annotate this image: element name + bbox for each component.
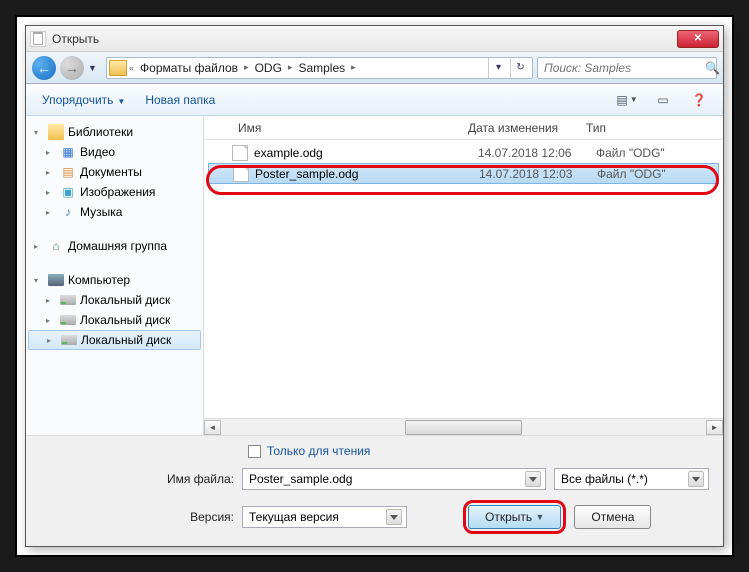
- file-list-pane: Имя Дата изменения Тип example.odg 14.07…: [204, 116, 723, 435]
- file-icon: [233, 166, 249, 182]
- file-row[interactable]: example.odg 14.07.2018 12:06 Файл "ODG": [204, 142, 723, 163]
- scroll-track[interactable]: [221, 420, 706, 435]
- navigation-tree[interactable]: ▾Библиотеки ▸▦Видео ▸▤Документы ▸▣Изобра…: [26, 116, 204, 435]
- filename-combo[interactable]: Poster_sample.odg: [242, 468, 546, 490]
- address-dropdown[interactable]: ▾: [488, 58, 508, 78]
- file-icon: [30, 31, 46, 47]
- close-button[interactable]: ✕: [677, 30, 719, 48]
- nav-history-dropdown[interactable]: ▼: [88, 63, 102, 73]
- new-folder-button[interactable]: Новая папка: [139, 89, 221, 111]
- version-label: Версия:: [40, 510, 234, 524]
- version-combo[interactable]: Текущая версия: [242, 506, 407, 528]
- filetype-filter-combo[interactable]: Все файлы (*.*): [554, 468, 709, 490]
- dropdown-arrow-icon[interactable]: [688, 471, 704, 487]
- col-type[interactable]: Тип: [580, 121, 723, 135]
- tree-computer[interactable]: ▾Компьютер: [28, 270, 201, 290]
- window-title: Открыть: [52, 32, 671, 46]
- col-date[interactable]: Дата изменения: [462, 121, 580, 135]
- file-row-selected[interactable]: Poster_sample.odg 14.07.2018 12:03 Файл …: [208, 163, 719, 184]
- search-input[interactable]: [544, 61, 701, 75]
- toolbar: Упорядочить▼ Новая папка ▤▼ ▭ ❓: [26, 84, 723, 116]
- search-box[interactable]: 🔍: [537, 57, 717, 79]
- back-button[interactable]: ←: [32, 56, 56, 80]
- horizontal-scrollbar[interactable]: ◄ ►: [204, 418, 723, 435]
- scroll-right-button[interactable]: ►: [706, 420, 723, 435]
- folder-icon: [109, 60, 127, 76]
- tree-images[interactable]: ▸▣Изображения: [28, 182, 201, 202]
- tree-disk[interactable]: ▸Локальный диск: [28, 310, 201, 330]
- tree-homegroup[interactable]: ▸⌂Домашняя группа: [28, 236, 201, 256]
- tree-videos[interactable]: ▸▦Видео: [28, 142, 201, 162]
- file-list[interactable]: example.odg 14.07.2018 12:06 Файл "ODG" …: [204, 140, 723, 418]
- organize-menu[interactable]: Упорядочить▼: [36, 89, 131, 111]
- dialog-bottom: Только для чтения Имя файла: Poster_samp…: [26, 435, 723, 546]
- search-icon: 🔍: [705, 61, 720, 75]
- chevron-icon: ▸: [351, 62, 356, 73]
- scroll-thumb[interactable]: [405, 420, 521, 435]
- scroll-left-button[interactable]: ◄: [204, 420, 221, 435]
- annotation-highlight: Открыть ▼: [463, 500, 566, 534]
- tree-libraries[interactable]: ▾Библиотеки: [28, 122, 201, 142]
- chevron-icon: ▸: [244, 62, 249, 73]
- help-button[interactable]: ❓: [685, 89, 713, 111]
- open-button[interactable]: Открыть ▼: [468, 505, 561, 529]
- readonly-checkbox[interactable]: [248, 445, 261, 458]
- chevron-icon: ▸: [288, 62, 293, 73]
- file-icon: [232, 145, 248, 161]
- dropdown-arrow-icon[interactable]: [386, 509, 402, 525]
- forward-button[interactable]: →: [60, 56, 84, 80]
- filename-label: Имя файла:: [40, 472, 234, 486]
- column-headers: Имя Дата изменения Тип: [204, 116, 723, 140]
- breadcrumb-segment[interactable]: Samples: [294, 59, 349, 77]
- titlebar: Открыть ✕: [26, 26, 723, 52]
- breadcrumb-segment[interactable]: Форматы файлов: [136, 59, 242, 77]
- cancel-button[interactable]: Отмена: [574, 505, 651, 529]
- col-name[interactable]: Имя: [232, 121, 462, 135]
- refresh-button[interactable]: ↻: [510, 58, 530, 78]
- tree-music[interactable]: ▸♪Музыка: [28, 202, 201, 222]
- tree-documents[interactable]: ▸▤Документы: [28, 162, 201, 182]
- readonly-label: Только для чтения: [267, 444, 370, 458]
- open-dialog: Открыть ✕ ← → ▼ « Форматы файлов ▸ ODG ▸…: [25, 25, 724, 547]
- address-bar[interactable]: « Форматы файлов ▸ ODG ▸ Samples ▸ ▾ ↻: [106, 57, 533, 79]
- chevron-icon: «: [129, 63, 134, 73]
- view-options-button[interactable]: ▤▼: [613, 89, 641, 111]
- tree-disk-selected[interactable]: ▸Локальный диск: [28, 330, 201, 350]
- tree-disk[interactable]: ▸Локальный диск: [28, 290, 201, 310]
- breadcrumb-segment[interactable]: ODG: [251, 59, 286, 77]
- nav-bar: ← → ▼ « Форматы файлов ▸ ODG ▸ Samples ▸…: [26, 52, 723, 84]
- preview-pane-button[interactable]: ▭: [649, 89, 677, 111]
- dropdown-arrow-icon[interactable]: [525, 471, 541, 487]
